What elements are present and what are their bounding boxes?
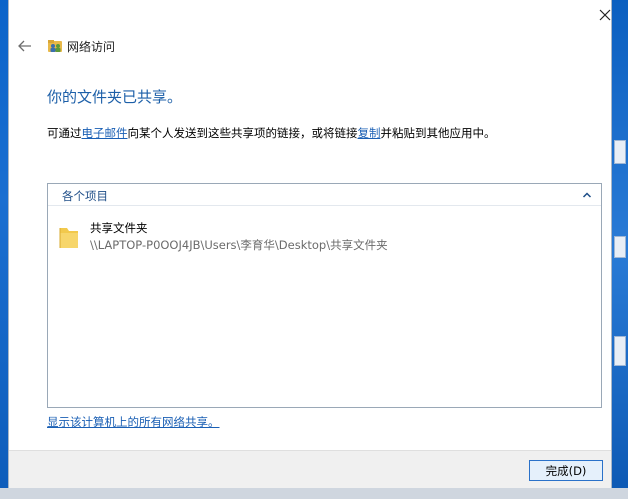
desc-suffix: 并粘贴到其他应用中。	[380, 126, 496, 140]
desc-prefix: 可通过	[47, 126, 82, 140]
email-link[interactable]: 电子邮件	[82, 126, 128, 140]
back-arrow-icon	[18, 40, 31, 52]
dialog-footer: 完成(D)	[9, 450, 611, 488]
network-users-icon	[48, 40, 62, 52]
desktop-icon	[614, 336, 626, 366]
desktop-icon	[614, 140, 626, 164]
list-item[interactable]: 共享文件夹 \\LAPTOP-P0OOJ4JB\Users\李育华\Deskto…	[54, 218, 594, 254]
copy-link[interactable]: 复制	[358, 126, 381, 140]
shared-items-group: 各个项目 共享文件夹 \\LAPTOP-P0OOJ4JB\Users\李育华\D…	[47, 183, 602, 408]
desktop-icon	[614, 236, 626, 258]
group-title: 各个项目	[62, 189, 108, 203]
chevron-up-icon[interactable]	[582, 190, 592, 200]
folder-icon	[59, 228, 78, 248]
dialog-title: 网络访问	[67, 40, 116, 54]
done-button[interactable]: 完成(D)	[529, 460, 603, 481]
show-all-shares-link[interactable]: 显示该计算机上的所有网络共享。	[47, 414, 220, 430]
desktop-background-left	[0, 0, 8, 499]
close-button[interactable]	[593, 4, 617, 26]
close-icon	[599, 9, 611, 21]
network-access-dialog: 网络访问 你的文件夹已共享。 可通过电子邮件向某个人发送到这些共享项的链接，或将…	[8, 0, 612, 488]
desc-middle: 向某个人发送到这些共享项的链接，或将链接	[127, 126, 358, 140]
taskbar-strip	[0, 488, 628, 499]
page-heading: 你的文件夹已共享。	[47, 88, 183, 106]
item-path: \\LAPTOP-P0OOJ4JB\Users\李育华\Desktop\共享文件…	[90, 238, 388, 252]
group-header[interactable]: 各个项目	[48, 184, 601, 206]
share-description: 可通过电子邮件向某个人发送到这些共享项的链接，或将链接复制并粘贴到其他应用中。	[47, 125, 496, 141]
desktop-background-right	[612, 0, 628, 499]
item-name: 共享文件夹	[90, 221, 148, 235]
back-button[interactable]	[15, 36, 35, 56]
